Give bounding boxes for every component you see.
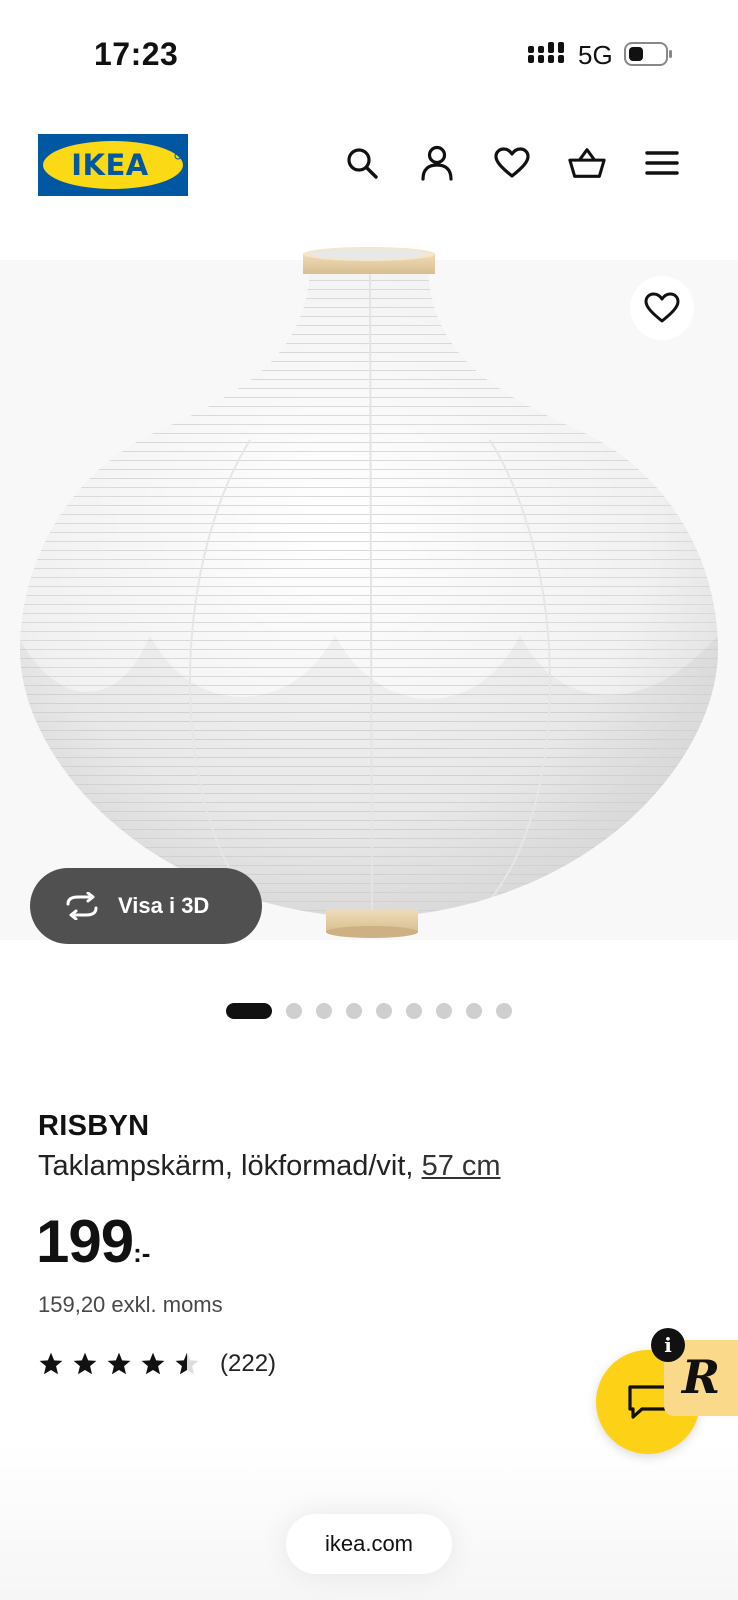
carousel-dot[interactable] xyxy=(466,1003,482,1019)
star-half-icon xyxy=(175,1352,199,1375)
site-header: IKEA xyxy=(0,130,738,198)
price-integer: 199 xyxy=(36,1208,134,1275)
account-icon xyxy=(421,145,453,181)
carousel-dot[interactable] xyxy=(346,1003,362,1019)
svg-text:R: R xyxy=(680,1351,720,1404)
carousel-dot[interactable] xyxy=(376,1003,392,1019)
svg-text:IKEA: IKEA xyxy=(71,148,149,182)
carousel-dot[interactable] xyxy=(226,1003,272,1019)
basket-button[interactable] xyxy=(568,144,606,182)
network-type: 5G xyxy=(578,40,613,70)
product-image[interactable] xyxy=(0,240,738,970)
rating-stars xyxy=(38,1351,200,1377)
account-button[interactable] xyxy=(418,144,456,182)
rating-count: (222) xyxy=(220,1350,277,1377)
heart-icon xyxy=(494,147,530,178)
carousel-dot[interactable] xyxy=(286,1003,302,1019)
image-carousel-dots xyxy=(226,1003,512,1019)
search-button[interactable] xyxy=(343,144,381,182)
product-description-text: Taklampskärm, lökformad/vit, xyxy=(38,1150,414,1182)
browser-url-pill[interactable]: ikea.com xyxy=(286,1514,452,1574)
product-name: RISBYN xyxy=(38,1110,150,1142)
price-suffix: :- xyxy=(133,1238,151,1268)
product-description: Taklampskärm, lökformad/vit, 57 cm xyxy=(38,1150,501,1183)
status-bar: 17:23 5G xyxy=(0,0,738,100)
heart-icon xyxy=(644,292,680,323)
price-excl-vat: 159,20 exkl. moms xyxy=(38,1292,223,1317)
search-icon xyxy=(347,148,378,179)
status-time: 17:23 xyxy=(94,36,179,72)
carousel-dot[interactable] xyxy=(496,1003,512,1019)
image-favourite-button[interactable] xyxy=(630,276,694,340)
r-logo-icon: R xyxy=(680,1351,720,1404)
star-full-icon xyxy=(39,1352,63,1375)
carousel-dot[interactable] xyxy=(406,1003,422,1019)
carousel-dot[interactable] xyxy=(436,1003,452,1019)
carousel-dot[interactable] xyxy=(316,1003,332,1019)
rotate-3d-icon xyxy=(66,892,98,920)
product-size-link[interactable]: 57 cm xyxy=(422,1150,501,1182)
product-rating[interactable]: (222) xyxy=(38,1350,276,1378)
battery-icon xyxy=(624,42,672,66)
view-in-3d-button[interactable]: Visa i 3D xyxy=(30,868,262,944)
favourites-button[interactable] xyxy=(493,144,531,182)
menu-icon xyxy=(645,151,679,175)
product-price: 199 :- xyxy=(36,1212,150,1272)
star-full-icon xyxy=(141,1352,165,1375)
info-icon[interactable]: i xyxy=(651,1328,685,1362)
star-full-icon xyxy=(73,1352,97,1375)
ikea-logo[interactable]: IKEA xyxy=(38,134,188,196)
view-in-3d-label: Visa i 3D xyxy=(118,893,210,918)
star-full-icon xyxy=(107,1352,131,1375)
signal-icon xyxy=(528,42,564,63)
basket-icon xyxy=(568,148,606,178)
menu-button[interactable] xyxy=(643,144,681,182)
